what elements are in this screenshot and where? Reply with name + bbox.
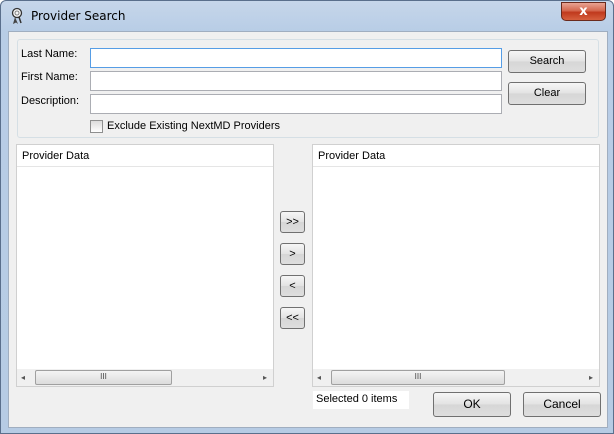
horizontal-scrollbar[interactable]: ◂ III ▸: [17, 369, 273, 386]
window-title: Provider Search: [31, 9, 126, 23]
horizontal-scrollbar[interactable]: ◂ III ▸: [313, 369, 599, 386]
provider-search-icon: [11, 7, 23, 24]
add-all-button[interactable]: >>: [280, 211, 305, 233]
exclude-existing-checkbox[interactable]: [90, 120, 103, 133]
scroll-left-icon[interactable]: ◂: [21, 373, 25, 382]
scroll-left-icon[interactable]: ◂: [317, 373, 321, 382]
search-criteria-group: Last Name: First Name: Description: Sear…: [17, 39, 599, 138]
scroll-right-icon[interactable]: ▸: [589, 373, 593, 382]
scroll-right-icon[interactable]: ▸: [263, 373, 267, 382]
selection-count-status: Selected 0 items: [313, 391, 409, 409]
first-name-label: First Name:: [21, 71, 78, 83]
cancel-button[interactable]: Cancel: [523, 392, 601, 417]
exclude-existing-label[interactable]: Exclude Existing NextMD Providers: [107, 120, 280, 132]
close-icon: x: [579, 4, 588, 19]
selected-providers-list[interactable]: Provider Data ◂ III ▸: [312, 144, 600, 387]
available-providers-list[interactable]: Provider Data ◂ III ▸: [16, 144, 274, 387]
dialog-body: Last Name: First Name: Description: Sear…: [8, 31, 608, 428]
last-name-input[interactable]: [90, 48, 502, 68]
scroll-thumb[interactable]: III: [35, 370, 172, 385]
first-name-input[interactable]: [90, 71, 502, 91]
provider-search-window: Provider Search x Last Name: First Name:…: [0, 0, 614, 434]
remove-all-button[interactable]: <<: [280, 307, 305, 329]
close-button[interactable]: x: [561, 2, 606, 21]
last-name-label: Last Name:: [21, 48, 78, 60]
description-label: Description:: [21, 95, 80, 107]
description-input[interactable]: [90, 94, 502, 114]
title-bar[interactable]: Provider Search x: [1, 1, 613, 31]
search-button[interactable]: Search: [508, 50, 586, 73]
add-button[interactable]: >: [280, 243, 305, 265]
clear-button[interactable]: Clear: [508, 82, 586, 105]
ok-button[interactable]: OK: [433, 392, 511, 417]
list-column-header[interactable]: Provider Data: [17, 145, 273, 167]
list-column-header[interactable]: Provider Data: [313, 145, 599, 167]
remove-button[interactable]: <: [280, 275, 305, 297]
scroll-thumb[interactable]: III: [331, 370, 505, 385]
